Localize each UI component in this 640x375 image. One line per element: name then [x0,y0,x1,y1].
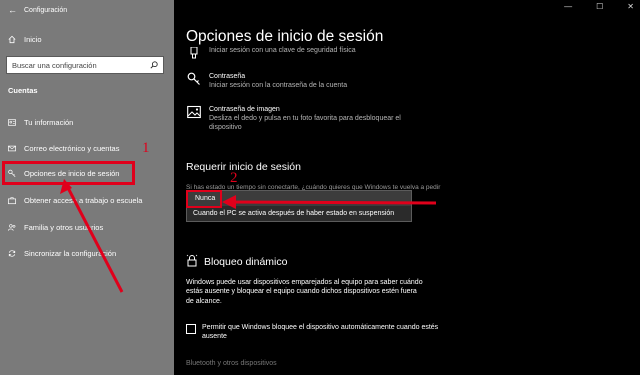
usb-key-icon [186,46,202,60]
option-password[interactable]: Contraseña Iniciar sesión con la contras… [186,72,347,90]
mail-icon [8,144,16,152]
dropdown-option-label: Cuando el PC se activa después de haber … [193,210,395,217]
page-title: Opciones de inicio de sesión [186,28,384,45]
sidebar-item-label: Tu información [24,117,74,127]
settings-sidebar: ← Configuración Inicio Cuentas Tu inform… [0,0,174,375]
back-arrow-icon[interactable]: ← [8,5,17,15]
bluetooth-link[interactable]: Bluetooth y otros dispositivos [186,360,277,367]
person-card-icon [8,118,16,126]
sync-icon [8,249,16,257]
sidebar-item-label: Obtener acceso a trabajo o escuela [24,195,143,205]
sidebar-item-label: Correo electrónico y cuentas [24,143,120,153]
home-link[interactable]: Inicio [8,33,42,45]
app-title: Configuración [24,6,68,14]
dynamic-lock-desc: Windows puede usar dispositivos empareja… [186,279,423,305]
option-desc: Iniciar sesión con una clave de segurida… [209,47,356,54]
sidebar-item-sincronizar[interactable]: Sincronizar la configuración [8,247,116,259]
close-icon[interactable]: ✕ [627,2,634,11]
search-input[interactable] [12,60,144,70]
checkbox-label: Permitir que Windows bloquee el disposit… [202,324,439,341]
option-security-key[interactable]: Iniciar sesión con una clave de segurida… [186,46,356,60]
sidebar-item-label: Sincronizar la configuración [24,248,117,258]
home-label: Inicio [24,34,42,44]
dropdown-option-suspension[interactable]: Cuando el PC se activa después de haber … [187,206,411,221]
briefcase-icon [8,196,16,204]
option-picture-password[interactable]: Contraseña de imagen Desliza el dedo y p… [186,105,429,132]
sidebar-item-acceso-trabajo[interactable]: Obtener acceso a trabajo o escuela [8,194,142,206]
annotation-number-1: 1 [142,140,150,156]
dynamic-lock-title: Bloqueo dinámico [204,256,288,268]
main-content: — ☐ ✕ Opciones de inicio de sesión Inici… [174,0,640,375]
search-box[interactable] [6,56,164,74]
section-title: Cuentas [8,86,38,95]
annotation-number-2: 2 [230,170,238,186]
key-icon [186,72,202,86]
dynamic-lock-checkbox[interactable] [186,324,196,334]
search-icon[interactable] [150,56,158,74]
picture-icon [186,105,202,119]
window-controls: — ☐ ✕ [564,2,634,11]
option-title: Contraseña [209,73,246,80]
minimize-icon[interactable]: — [564,2,572,11]
option-desc: Iniciar sesión con la contraseña de la c… [209,82,348,89]
annotation-highlight-box-2 [186,190,222,208]
option-title: Contraseña de imagen [209,106,280,113]
people-icon [8,223,16,231]
home-icon [8,35,16,43]
title-bar: ← Configuración [8,4,67,16]
maximize-icon[interactable]: ☐ [596,2,603,11]
sidebar-item-correo[interactable]: Correo electrónico y cuentas [8,142,119,154]
sidebar-item-familia[interactable]: Familia y otros usuarios [8,221,103,233]
annotation-highlight-box-1 [2,161,135,185]
sidebar-item-label: Familia y otros usuarios [24,222,104,232]
dynamic-lock-icon [186,254,199,270]
require-signin-title: Requerir inicio de sesión [186,161,301,173]
sidebar-item-tu-informacion[interactable]: Tu información [8,116,73,128]
dynamic-lock-header: Bloqueo dinámico [186,254,287,270]
option-desc: Desliza el dedo y pulsa en tu foto favor… [209,115,401,131]
dynamic-lock-checkbox-row[interactable]: Permitir que Windows bloquee el disposit… [186,323,442,342]
